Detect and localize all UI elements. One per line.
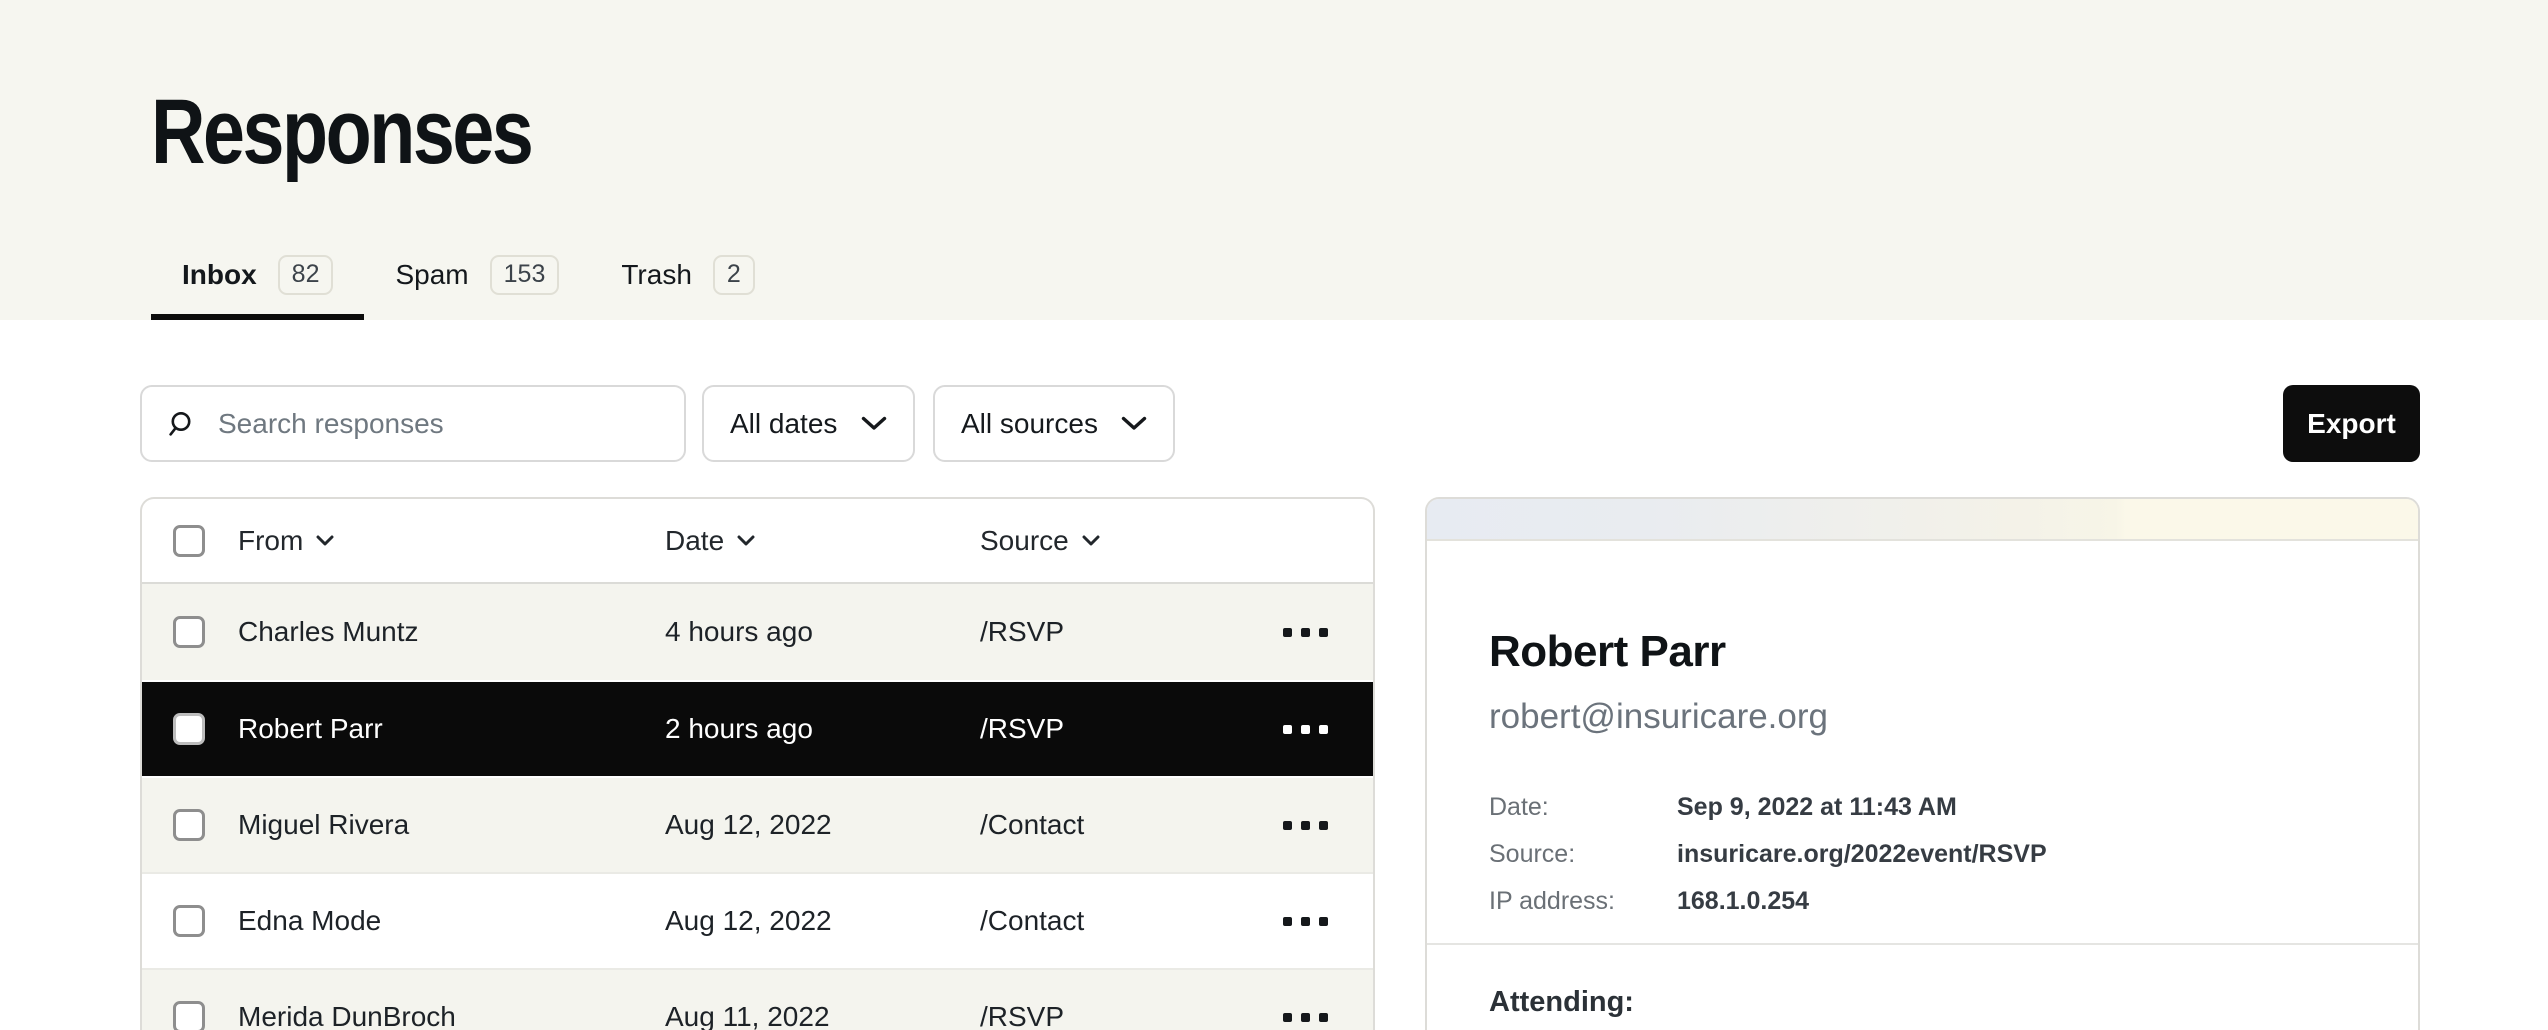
- row-menu-button[interactable]: [1283, 1013, 1373, 1022]
- select-all-checkbox[interactable]: [173, 525, 205, 557]
- column-header-source[interactable]: Source: [980, 525, 1283, 557]
- export-button[interactable]: Export: [2283, 385, 2420, 462]
- row-checkbox[interactable]: [173, 713, 205, 745]
- row-source: /RSVP: [980, 713, 1283, 745]
- metadata-label: IP address:: [1489, 878, 1677, 925]
- respondent-email: robert@insuricare.org: [1489, 697, 2356, 737]
- detail-gradient-strip: [1427, 499, 2418, 541]
- row-date: Aug 12, 2022: [665, 905, 980, 937]
- attending-heading: Attending:: [1489, 986, 2356, 1019]
- row-checkbox[interactable]: [173, 905, 205, 937]
- respondent-name: Robert Parr: [1489, 627, 2356, 677]
- table-header-row: From Date Source: [142, 499, 1373, 584]
- row-source: /Contact: [980, 905, 1283, 937]
- table-row[interactable]: Charles Muntz 4 hours ago /RSVP: [142, 584, 1373, 680]
- row-from: Merida DunBroch: [238, 1001, 665, 1030]
- row-menu-button[interactable]: [1283, 725, 1373, 734]
- page-header: Responses Inbox 82 Spam 153 Trash 2: [0, 0, 2548, 320]
- chevron-down-icon: [737, 535, 755, 546]
- response-metadata: Date: Sep 9, 2022 at 11:43 AM Source: in…: [1489, 784, 2356, 925]
- row-date: 4 hours ago: [665, 616, 980, 648]
- row-checkbox[interactable]: [173, 616, 205, 648]
- source-filter-value: All sources: [961, 408, 1098, 440]
- row-from: Miguel Rivera: [238, 809, 665, 841]
- row-date: 2 hours ago: [665, 713, 980, 745]
- metadata-value: insuricare.org/2022event/RSVP: [1677, 831, 2356, 878]
- row-source: /RSVP: [980, 1001, 1283, 1030]
- metadata-row: Source: insuricare.org/2022event/RSVP: [1489, 831, 2356, 878]
- metadata-label: Source:: [1489, 831, 1677, 878]
- row-source: /Contact: [980, 809, 1283, 841]
- metadata-value: Sep 9, 2022 at 11:43 AM: [1677, 784, 2356, 831]
- response-detail-panel: Robert Parr robert@insuricare.org Date: …: [1425, 497, 2420, 1030]
- chevron-down-icon: [316, 535, 334, 546]
- chevron-down-icon: [1121, 416, 1147, 431]
- chevron-down-icon: [861, 416, 887, 431]
- row-menu-button[interactable]: [1283, 628, 1373, 637]
- table-row[interactable]: Merida DunBroch Aug 11, 2022 /RSVP: [142, 968, 1373, 1030]
- row-date: Aug 11, 2022: [665, 1001, 980, 1030]
- row-checkbox[interactable]: [173, 1001, 205, 1030]
- column-header-date[interactable]: Date: [665, 525, 980, 557]
- page-title: Responses: [151, 86, 531, 178]
- toolbar: All dates All sources Export: [140, 385, 2420, 462]
- search-icon: [166, 408, 198, 440]
- chevron-down-icon: [1082, 535, 1100, 546]
- date-filter-value: All dates: [730, 408, 837, 440]
- search-box[interactable]: [140, 385, 686, 462]
- search-input[interactable]: [216, 407, 660, 441]
- table-row[interactable]: Edna Mode Aug 12, 2022 /Contact: [142, 872, 1373, 968]
- date-filter-dropdown[interactable]: All dates: [702, 385, 915, 462]
- tab-spam-count-badge: 153: [490, 255, 560, 295]
- tab-trash-label: Trash: [621, 259, 692, 291]
- row-checkbox[interactable]: [173, 809, 205, 841]
- tab-trash[interactable]: Trash 2: [590, 236, 785, 320]
- row-menu-button[interactable]: [1283, 917, 1373, 926]
- section-divider: [1427, 943, 2418, 945]
- row-menu-button[interactable]: [1283, 821, 1373, 830]
- tab-inbox-count-badge: 82: [278, 255, 334, 295]
- row-date: Aug 12, 2022: [665, 809, 980, 841]
- tabs: Inbox 82 Spam 153 Trash 2: [151, 236, 786, 320]
- metadata-row: Date: Sep 9, 2022 at 11:43 AM: [1489, 784, 2356, 831]
- tab-spam-label: Spam: [395, 259, 468, 291]
- tab-spam[interactable]: Spam 153: [364, 236, 590, 320]
- tab-trash-count-badge: 2: [713, 255, 755, 295]
- metadata-value: 168.1.0.254: [1677, 878, 2356, 925]
- row-from: Edna Mode: [238, 905, 665, 937]
- row-from: Charles Muntz: [238, 616, 665, 648]
- row-from: Robert Parr: [238, 713, 665, 745]
- metadata-label: Date:: [1489, 784, 1677, 831]
- table-row[interactable]: Robert Parr 2 hours ago /RSVP: [142, 680, 1373, 776]
- column-header-from[interactable]: From: [238, 525, 665, 557]
- main-content: From Date Source: [140, 497, 2420, 1030]
- tab-inbox-label: Inbox: [182, 259, 257, 291]
- metadata-row: IP address: 168.1.0.254: [1489, 878, 2356, 925]
- responses-table: From Date Source: [140, 497, 1375, 1030]
- row-source: /RSVP: [980, 616, 1283, 648]
- tab-inbox[interactable]: Inbox 82: [151, 236, 364, 320]
- source-filter-dropdown[interactable]: All sources: [933, 385, 1175, 462]
- table-row[interactable]: Miguel Rivera Aug 12, 2022 /Contact: [142, 776, 1373, 872]
- table-body: Charles Muntz 4 hours ago /RSVP Robert P…: [142, 584, 1373, 1030]
